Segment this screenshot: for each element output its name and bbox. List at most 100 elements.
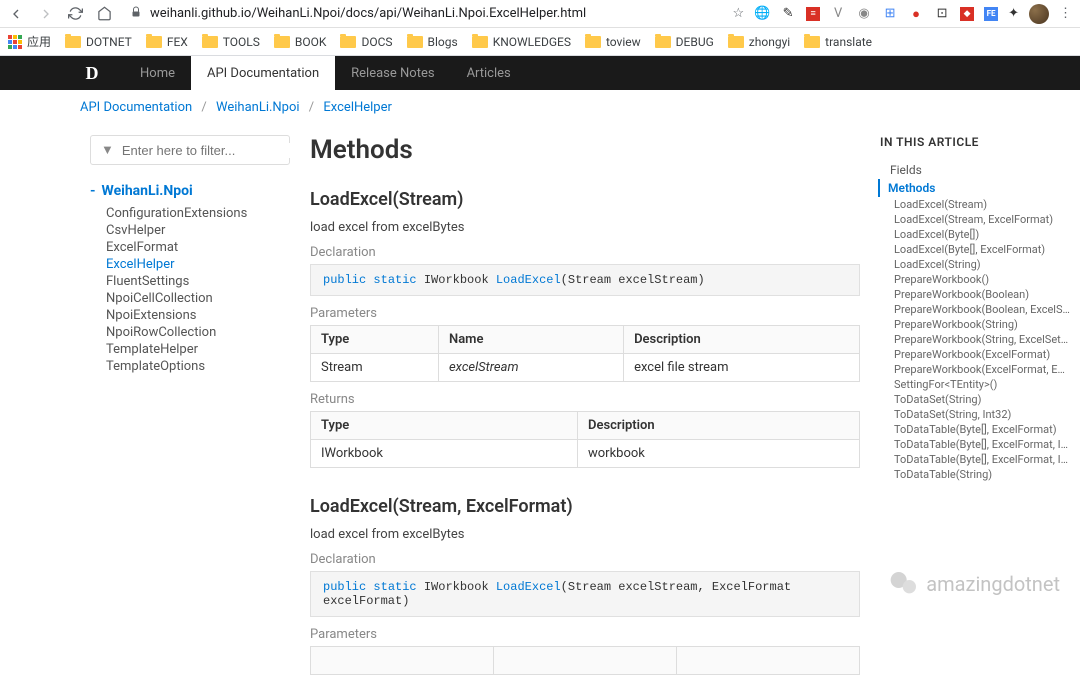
toc-subitem[interactable]: LoadExcel(Byte[], ExcelFormat): [880, 242, 1070, 257]
main-content: Methods LoadExcel(Stream) load excel fro…: [290, 125, 880, 695]
breadcrumb-sep: /: [201, 100, 206, 115]
star-icon[interactable]: ☆: [732, 6, 744, 21]
filter-input[interactable]: [122, 143, 298, 158]
sidebar-item-templatehelper[interactable]: TemplateHelper: [90, 341, 290, 358]
toc-subitem[interactable]: PrepareWorkbook(): [880, 272, 1070, 287]
ext-doc-icon[interactable]: ≡: [806, 7, 820, 21]
ext-translate-icon[interactable]: 🌐: [754, 6, 770, 22]
toc-subitem[interactable]: ToDataSet(String, Int32): [880, 407, 1070, 422]
ext-grid-icon[interactable]: ⊞: [882, 6, 898, 22]
site-logo[interactable]: D: [80, 61, 104, 85]
table-row: StreamexcelStreamexcel file stream: [311, 354, 860, 382]
breadcrumb-api[interactable]: API Documentation: [80, 100, 192, 115]
toc: IN THIS ARTICLE Fields Methods LoadExcel…: [880, 125, 1080, 695]
folder-icon: [407, 36, 423, 48]
sidebar-item-templateoptions[interactable]: TemplateOptions: [90, 358, 290, 375]
bookmark-blogs[interactable]: Blogs: [407, 35, 458, 49]
declaration-label: Declaration: [310, 245, 860, 260]
toc-subitem[interactable]: LoadExcel(Stream, ExcelFormat): [880, 212, 1070, 227]
sidebar-root[interactable]: - WeihanLi.Npoi: [90, 183, 290, 199]
toc-subitem[interactable]: LoadExcel(String): [880, 257, 1070, 272]
bookmark-debug[interactable]: DEBUG: [655, 35, 714, 49]
folder-icon: [728, 36, 744, 48]
nav-release-notes[interactable]: Release Notes: [335, 56, 450, 90]
lock-icon: [130, 6, 142, 22]
parameters-table: TypeNameDescription StreamexcelStreamexc…: [310, 325, 860, 382]
ext-edit-icon[interactable]: ✎: [780, 6, 796, 22]
sidebar-item-npoirowcollection[interactable]: NpoiRowCollection: [90, 324, 290, 341]
folder-icon: [202, 36, 218, 48]
sidebar-item-excelhelper[interactable]: ExcelHelper: [90, 256, 290, 273]
apps-icon: [8, 35, 22, 49]
forward-icon[interactable]: [38, 6, 54, 22]
sidebar: ▼ - WeihanLi.Npoi ConfigurationExtension…: [0, 125, 290, 695]
toc-subitem[interactable]: ToDataTable(Byte[], ExcelFormat, Int32, …: [880, 452, 1070, 467]
sidebar-item-excelformat[interactable]: ExcelFormat: [90, 239, 290, 256]
bookmark-book[interactable]: BOOK: [274, 35, 327, 49]
folder-icon: [472, 36, 488, 48]
nav-articles[interactable]: Articles: [451, 56, 527, 90]
toc-subitem[interactable]: LoadExcel(Stream): [880, 197, 1070, 212]
breadcrumb-sep: /: [309, 100, 314, 115]
ext-rec-icon[interactable]: ●: [908, 6, 924, 22]
toc-subitem[interactable]: PrepareWorkbook(ExcelFormat): [880, 347, 1070, 362]
menu-icon[interactable]: ⋮: [1059, 6, 1072, 21]
sidebar-item-npoiextensions[interactable]: NpoiExtensions: [90, 307, 290, 324]
sidebar-item-npoicellcollection[interactable]: NpoiCellCollection: [90, 290, 290, 307]
toc-subitem[interactable]: PrepareWorkbook(ExcelFormat, ExcelSettin…: [880, 362, 1070, 377]
bookmark-knowledges[interactable]: KNOWLEDGES: [472, 35, 571, 49]
parameters-label: Parameters: [310, 627, 860, 642]
sidebar-item-fluentsettings[interactable]: FluentSettings: [90, 273, 290, 290]
bookmark-toview[interactable]: toview: [585, 35, 641, 49]
home-icon[interactable]: [97, 6, 112, 21]
parameters-table: [310, 646, 860, 675]
method-title: LoadExcel(Stream, ExcelFormat): [310, 496, 860, 517]
folder-icon: [146, 36, 162, 48]
folder-icon: [65, 36, 81, 48]
reload-icon[interactable]: [68, 6, 83, 21]
folder-icon: [655, 36, 671, 48]
toc-subitem[interactable]: ToDataTable(String): [880, 467, 1070, 482]
sidebar-item-configurationextensions[interactable]: ConfigurationExtensions: [90, 205, 290, 222]
ext-circle-icon[interactable]: ◉: [856, 6, 872, 22]
nav-api-docs[interactable]: API Documentation: [191, 56, 335, 90]
ext-image-icon[interactable]: ⊡: [934, 6, 950, 22]
folder-icon: [804, 36, 820, 48]
table-row: IWorkbookworkbook: [311, 440, 860, 468]
bookmark-tools[interactable]: TOOLS: [202, 35, 260, 49]
bookmark-translate[interactable]: translate: [804, 35, 872, 49]
toc-subitem[interactable]: SettingFor<TEntity>(): [880, 377, 1070, 392]
toc-subitem[interactable]: PrepareWorkbook(String): [880, 317, 1070, 332]
toc-subitem[interactable]: PrepareWorkbook(Boolean, ExcelSetting): [880, 302, 1070, 317]
toc-subitem[interactable]: LoadExcel(Byte[]): [880, 227, 1070, 242]
url-bar[interactable]: weihanli.github.io/WeihanLi.Npoi/docs/ap…: [122, 3, 722, 25]
folder-icon: [340, 36, 356, 48]
sidebar-item-csvhelper[interactable]: CsvHelper: [90, 222, 290, 239]
toc-methods[interactable]: Methods: [878, 179, 1070, 197]
apps-button[interactable]: 应用: [8, 33, 51, 50]
avatar-icon[interactable]: [1029, 4, 1049, 24]
toc-subitem[interactable]: ToDataSet(String): [880, 392, 1070, 407]
breadcrumb-namespace[interactable]: WeihanLi.Npoi: [216, 100, 300, 115]
collapse-icon: -: [90, 183, 96, 199]
returns-label: Returns: [310, 392, 860, 407]
back-icon[interactable]: [8, 6, 24, 22]
bookmark-docs[interactable]: DOCS: [340, 35, 392, 49]
toc-subitem[interactable]: PrepareWorkbook(Boolean): [880, 287, 1070, 302]
bookmark-zhongyi[interactable]: zhongyi: [728, 35, 790, 49]
site-header: D Home API Documentation Release Notes A…: [0, 56, 1080, 90]
ext-fe-icon[interactable]: FE: [984, 7, 998, 21]
bookmark-fex[interactable]: FEX: [146, 35, 188, 49]
bookmark-dotnet[interactable]: DOTNET: [65, 35, 132, 49]
filter-box[interactable]: ▼: [90, 135, 290, 165]
extensions-icon[interactable]: ✦: [1008, 6, 1019, 21]
nav-home[interactable]: Home: [124, 56, 191, 90]
ext-v-icon[interactable]: V: [830, 6, 846, 22]
breadcrumb-class[interactable]: ExcelHelper: [323, 100, 392, 115]
page-title: Methods: [310, 135, 860, 165]
toc-subitem[interactable]: ToDataTable(Byte[], ExcelFormat, Int32): [880, 437, 1070, 452]
toc-subitem[interactable]: PrepareWorkbook(String, ExcelSetting): [880, 332, 1070, 347]
toc-fields[interactable]: Fields: [880, 161, 1070, 179]
ext-shield-icon[interactable]: ◆: [960, 7, 974, 21]
toc-subitem[interactable]: ToDataTable(Byte[], ExcelFormat): [880, 422, 1070, 437]
